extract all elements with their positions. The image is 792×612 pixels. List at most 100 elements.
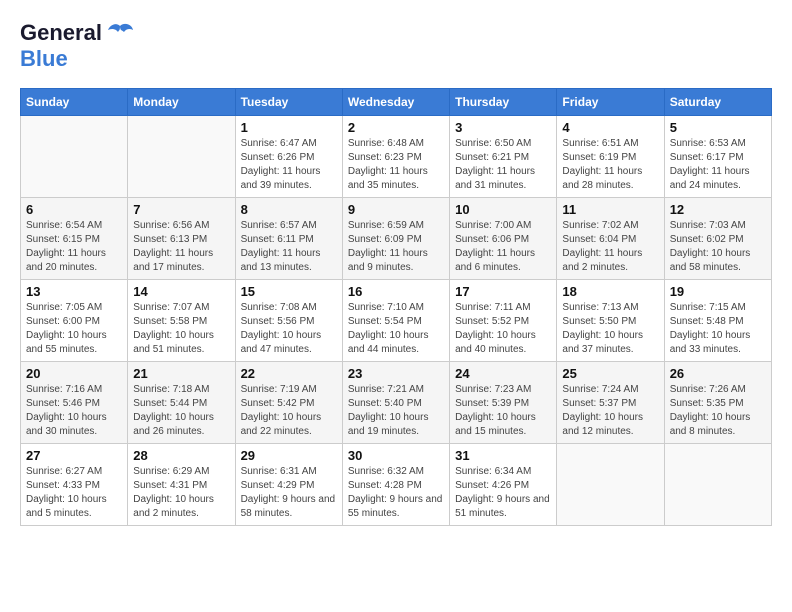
day-number: 1: [241, 120, 337, 135]
col-header-sunday: Sunday: [21, 89, 128, 116]
day-number: 13: [26, 284, 122, 299]
day-number: 19: [670, 284, 766, 299]
day-number: 3: [455, 120, 551, 135]
calendar-cell: 4 Sunrise: 6:51 AMSunset: 6:19 PMDaylight…: [557, 116, 664, 198]
calendar-table: SundayMondayTuesdayWednesdayThursdayFrid…: [20, 88, 772, 526]
calendar-cell: 12Sunrise: 7:03 AMSunset: 6:02 PMDayligh…: [664, 198, 771, 280]
day-number: 2: [348, 120, 444, 135]
calendar-cell: 6 Sunrise: 6:54 AMSunset: 6:15 PMDaylight…: [21, 198, 128, 280]
day-info: Sunrise: 6:54 AMSunset: 6:15 PMDaylight:…: [26, 219, 122, 275]
calendar-cell: [664, 444, 771, 526]
day-info: Sunrise: 7:05 AMSunset: 6:00 PMDaylight:…: [26, 301, 122, 357]
week-row-2: 6 Sunrise: 6:54 AMSunset: 6:15 PMDaylight…: [21, 198, 772, 280]
day-info: Sunrise: 6:31 AMSunset: 4:29 PMDaylight:…: [241, 465, 337, 521]
day-info: Sunrise: 6:47 AMSunset: 6:26 PMDaylight:…: [241, 137, 337, 193]
day-info: Sunrise: 7:18 AMSunset: 5:44 PMDaylight:…: [133, 383, 229, 439]
day-number: 14: [133, 284, 229, 299]
calendar-cell: 24 Sunrise: 7:23 AMSunset: 5:39 PMDayligh…: [450, 362, 557, 444]
calendar-cell: 27 Sunrise: 6:27 AMSunset: 4:33 PMDayligh…: [21, 444, 128, 526]
day-info: Sunrise: 7:24 AMSunset: 5:37 PMDaylight:…: [562, 383, 658, 439]
day-number: 17: [455, 284, 551, 299]
week-row-1: 1 Sunrise: 6:47 AMSunset: 6:26 PMDaylight…: [21, 116, 772, 198]
week-row-4: 20Sunrise: 7:16 AMSunset: 5:46 PMDayligh…: [21, 362, 772, 444]
calendar-cell: 3 Sunrise: 6:50 AMSunset: 6:21 PMDaylight…: [450, 116, 557, 198]
calendar-cell: 10 Sunrise: 7:00 AMSunset: 6:06 PMDayligh…: [450, 198, 557, 280]
day-info: Sunrise: 7:19 AMSunset: 5:42 PMDaylight:…: [241, 383, 337, 439]
logo-text-general: General: [20, 20, 102, 46]
calendar-cell: 16Sunrise: 7:10 AMSunset: 5:54 PMDayligh…: [342, 280, 449, 362]
day-info: Sunrise: 7:21 AMSunset: 5:40 PMDaylight:…: [348, 383, 444, 439]
day-number: 24: [455, 366, 551, 381]
day-number: 29: [241, 448, 337, 463]
day-info: Sunrise: 7:13 AMSunset: 5:50 PMDaylight:…: [562, 301, 658, 357]
calendar-cell: 25 Sunrise: 7:24 AMSunset: 5:37 PMDayligh…: [557, 362, 664, 444]
day-info: Sunrise: 6:29 AMSunset: 4:31 PMDaylight:…: [133, 465, 229, 521]
day-number: 11: [562, 202, 658, 217]
day-number: 10: [455, 202, 551, 217]
calendar-cell: [21, 116, 128, 198]
day-info: Sunrise: 6:32 AMSunset: 4:28 PMDaylight:…: [348, 465, 444, 521]
day-number: 5: [670, 120, 766, 135]
calendar-cell: 31 Sunrise: 6:34 AMSunset: 4:26 PMDayligh…: [450, 444, 557, 526]
calendar-cell: 19Sunrise: 7:15 AMSunset: 5:48 PMDayligh…: [664, 280, 771, 362]
day-info: Sunrise: 6:51 AMSunset: 6:19 PMDaylight:…: [562, 137, 658, 193]
day-number: 25: [562, 366, 658, 381]
day-info: Sunrise: 7:03 AMSunset: 6:02 PMDaylight:…: [670, 219, 766, 275]
calendar-cell: [128, 116, 235, 198]
day-info: Sunrise: 7:11 AMSunset: 5:52 PMDaylight:…: [455, 301, 551, 357]
calendar-cell: 20Sunrise: 7:16 AMSunset: 5:46 PMDayligh…: [21, 362, 128, 444]
day-info: Sunrise: 7:16 AMSunset: 5:46 PMDaylight:…: [26, 383, 122, 439]
calendar-cell: 9Sunrise: 6:59 AMSunset: 6:09 PMDaylight…: [342, 198, 449, 280]
day-number: 27: [26, 448, 122, 463]
calendar-cell: 8Sunrise: 6:57 AMSunset: 6:11 PMDaylight…: [235, 198, 342, 280]
day-info: Sunrise: 7:08 AMSunset: 5:56 PMDaylight:…: [241, 301, 337, 357]
calendar-cell: 11Sunrise: 7:02 AMSunset: 6:04 PMDayligh…: [557, 198, 664, 280]
col-header-thursday: Thursday: [450, 89, 557, 116]
day-info: Sunrise: 6:53 AMSunset: 6:17 PMDaylight:…: [670, 137, 766, 193]
logo: General Blue: [20, 20, 134, 72]
day-number: 6: [26, 202, 122, 217]
calendar-cell: [557, 444, 664, 526]
calendar-cell: 13 Sunrise: 7:05 AMSunset: 6:00 PMDayligh…: [21, 280, 128, 362]
day-info: Sunrise: 6:59 AMSunset: 6:09 PMDaylight:…: [348, 219, 444, 275]
col-header-monday: Monday: [128, 89, 235, 116]
day-number: 31: [455, 448, 551, 463]
calendar-cell: 23 Sunrise: 7:21 AMSunset: 5:40 PMDayligh…: [342, 362, 449, 444]
calendar-cell: 7 Sunrise: 6:56 AMSunset: 6:13 PMDaylight…: [128, 198, 235, 280]
calendar-cell: 5 Sunrise: 6:53 AMSunset: 6:17 PMDaylight…: [664, 116, 771, 198]
logo-bird-icon: [106, 22, 134, 44]
page-header: General Blue: [20, 20, 772, 72]
calendar-cell: 29 Sunrise: 6:31 AMSunset: 4:29 PMDayligh…: [235, 444, 342, 526]
day-info: Sunrise: 6:56 AMSunset: 6:13 PMDaylight:…: [133, 219, 229, 275]
col-header-tuesday: Tuesday: [235, 89, 342, 116]
calendar-cell: 14Sunrise: 7:07 AMSunset: 5:58 PMDayligh…: [128, 280, 235, 362]
calendar-cell: 30Sunrise: 6:32 AMSunset: 4:28 PMDayligh…: [342, 444, 449, 526]
col-header-wednesday: Wednesday: [342, 89, 449, 116]
day-number: 28: [133, 448, 229, 463]
logo-text-blue: Blue: [20, 46, 68, 71]
day-number: 7: [133, 202, 229, 217]
col-header-friday: Friday: [557, 89, 664, 116]
day-number: 26: [670, 366, 766, 381]
calendar-cell: 26 Sunrise: 7:26 AMSunset: 5:35 PMDayligh…: [664, 362, 771, 444]
day-number: 21: [133, 366, 229, 381]
day-number: 4: [562, 120, 658, 135]
day-info: Sunrise: 7:00 AMSunset: 6:06 PMDaylight:…: [455, 219, 551, 275]
day-number: 8: [241, 202, 337, 217]
day-info: Sunrise: 6:34 AMSunset: 4:26 PMDaylight:…: [455, 465, 551, 521]
calendar-cell: 17 Sunrise: 7:11 AMSunset: 5:52 PMDayligh…: [450, 280, 557, 362]
calendar-cell: 22 Sunrise: 7:19 AMSunset: 5:42 PMDayligh…: [235, 362, 342, 444]
day-info: Sunrise: 6:48 AMSunset: 6:23 PMDaylight:…: [348, 137, 444, 193]
header-row: SundayMondayTuesdayWednesdayThursdayFrid…: [21, 89, 772, 116]
calendar-cell: 18 Sunrise: 7:13 AMSunset: 5:50 PMDayligh…: [557, 280, 664, 362]
day-info: Sunrise: 6:27 AMSunset: 4:33 PMDaylight:…: [26, 465, 122, 521]
day-number: 15: [241, 284, 337, 299]
day-number: 23: [348, 366, 444, 381]
day-number: 22: [241, 366, 337, 381]
calendar-cell: 28 Sunrise: 6:29 AMSunset: 4:31 PMDayligh…: [128, 444, 235, 526]
day-number: 18: [562, 284, 658, 299]
day-info: Sunrise: 7:26 AMSunset: 5:35 PMDaylight:…: [670, 383, 766, 439]
day-info: Sunrise: 7:23 AMSunset: 5:39 PMDaylight:…: [455, 383, 551, 439]
calendar-cell: 1 Sunrise: 6:47 AMSunset: 6:26 PMDaylight…: [235, 116, 342, 198]
day-info: Sunrise: 6:50 AMSunset: 6:21 PMDaylight:…: [455, 137, 551, 193]
